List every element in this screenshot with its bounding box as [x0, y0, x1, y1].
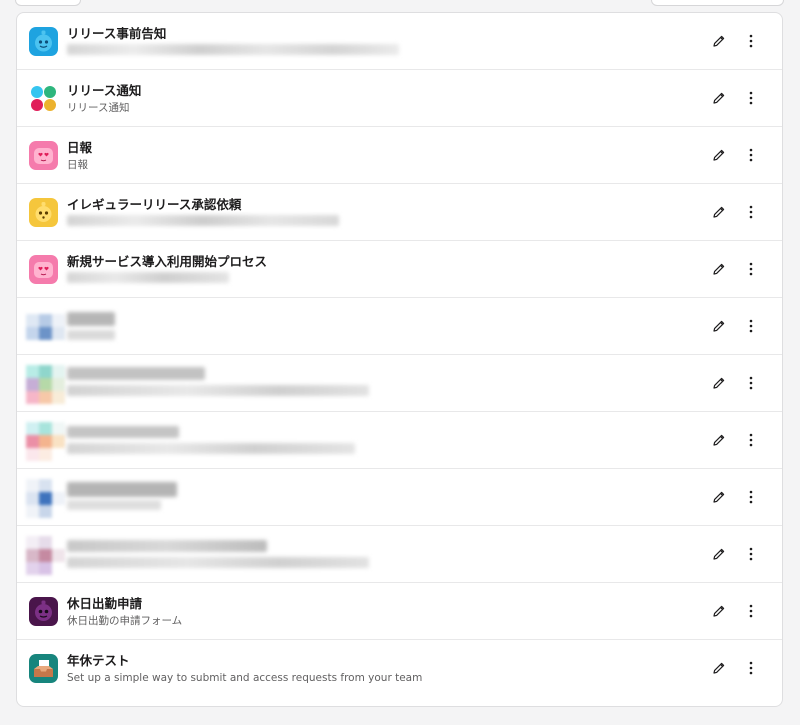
yellow-robot-icon [29, 198, 58, 227]
more-actions-button[interactable] [741, 31, 761, 51]
more-actions-button[interactable] [741, 430, 761, 450]
blurred-app-icon [26, 365, 65, 404]
workflow-name: リリース通知 [67, 83, 142, 98]
more-actions-button[interactable] [741, 658, 761, 678]
more-actions-button[interactable] [741, 316, 761, 336]
edit-button[interactable] [709, 430, 729, 450]
redacted-description [67, 330, 115, 340]
workflow-row[interactable]: 休日出勤申請 休日出勤の申請フォーム [17, 583, 782, 640]
redacted-name [67, 426, 179, 438]
workflow-row[interactable]: イレギュラーリリース承認依頼 [17, 184, 782, 241]
workflow-row[interactable] [17, 412, 782, 469]
more-actions-button[interactable] [741, 88, 761, 108]
pencil-icon [713, 320, 725, 332]
workflow-row[interactable]: 年休テスト Set up a simple way to submit and … [17, 640, 782, 697]
redacted-description [67, 443, 355, 454]
more-vertical-icon [749, 376, 753, 390]
blurred-app-icon [26, 422, 65, 461]
more-vertical-icon [749, 262, 753, 276]
more-vertical-icon [749, 34, 753, 48]
edit-button[interactable] [709, 316, 729, 336]
workflow-row[interactable]: リリース通知 リリース通知 [17, 70, 782, 127]
more-vertical-icon [749, 490, 753, 504]
workflow-row[interactable] [17, 469, 782, 526]
redacted-description [67, 272, 229, 283]
pencil-icon [713, 149, 725, 161]
pencil-icon [713, 35, 725, 47]
top-right-button[interactable] [651, 0, 784, 6]
pencil-icon [713, 377, 725, 389]
redacted-description [67, 44, 399, 55]
more-vertical-icon [749, 661, 753, 675]
workflow-row[interactable] [17, 526, 782, 583]
pencil-icon [713, 491, 725, 503]
more-vertical-icon [749, 91, 753, 105]
edit-button[interactable] [709, 259, 729, 279]
more-actions-button[interactable] [741, 373, 761, 393]
blurred-app-icon [26, 536, 65, 575]
workflow-description: リリース通知 [67, 102, 130, 114]
pencil-icon [713, 206, 725, 218]
workflow-name: リリース事前告知 [67, 26, 167, 41]
more-vertical-icon [749, 547, 753, 561]
edit-button[interactable] [709, 658, 729, 678]
workflow-description: 休日出勤の申請フォーム [67, 615, 183, 627]
inbox-tray-icon [29, 654, 58, 683]
more-vertical-icon [749, 604, 753, 618]
workflow-description: 日報 [67, 159, 88, 171]
edit-button[interactable] [709, 601, 729, 621]
pencil-icon [713, 434, 725, 446]
more-actions-button[interactable] [741, 487, 761, 507]
pencil-icon [713, 548, 725, 560]
pencil-icon [713, 605, 725, 617]
pencil-icon [713, 92, 725, 104]
pink-robot-heart-eyes-icon [29, 255, 58, 284]
workflow-row[interactable] [17, 355, 782, 412]
edit-button[interactable] [709, 88, 729, 108]
edit-button[interactable] [709, 202, 729, 222]
more-actions-button[interactable] [741, 202, 761, 222]
workflow-row[interactable]: リリース事前告知 [17, 13, 782, 70]
redacted-name [67, 367, 205, 380]
workflow-row[interactable] [17, 298, 782, 355]
workflow-name: イレギュラーリリース承認依頼 [67, 197, 242, 212]
workflow-name: 日報 [67, 140, 93, 155]
blurred-app-icon [26, 314, 65, 353]
pink-robot-heart-eyes-icon [29, 141, 58, 170]
blurred-app-icon [26, 479, 65, 518]
workflow-name: 休日出勤申請 [67, 596, 143, 611]
workflow-row[interactable]: 日報 日報 [17, 127, 782, 184]
more-actions-button[interactable] [741, 544, 761, 564]
purple-robot-icon [29, 597, 58, 626]
pencil-icon [713, 662, 725, 674]
more-vertical-icon [749, 148, 753, 162]
redacted-description [67, 557, 369, 568]
redacted-name [67, 540, 267, 552]
edit-button[interactable] [709, 145, 729, 165]
redacted-name [67, 482, 177, 497]
blue-robot-icon [29, 27, 58, 56]
edit-button[interactable] [709, 544, 729, 564]
slack-logo-icon [29, 84, 58, 113]
workflow-name: 年休テスト [67, 653, 130, 668]
more-actions-button[interactable] [741, 601, 761, 621]
edit-button[interactable] [709, 487, 729, 507]
more-actions-button[interactable] [741, 259, 761, 279]
more-vertical-icon [749, 433, 753, 447]
edit-button[interactable] [709, 31, 729, 51]
workflow-description: Set up a simple way to submit and access… [67, 672, 423, 684]
pencil-icon [713, 263, 725, 275]
redacted-description [67, 385, 369, 396]
top-left-button[interactable] [15, 0, 81, 6]
more-actions-button[interactable] [741, 145, 761, 165]
redacted-description [67, 215, 339, 226]
redacted-description [67, 500, 161, 510]
workflow-name: 新規サービス導入利用開始プロセス [67, 254, 268, 269]
edit-button[interactable] [709, 373, 729, 393]
more-vertical-icon [749, 205, 753, 219]
workflow-list: リリース事前告知 リリース通知 リリース通知 日報 日報 イレギュラーリリース承… [16, 12, 783, 707]
workflow-row[interactable]: 新規サービス導入利用開始プロセス [17, 241, 782, 298]
redacted-name [67, 312, 115, 326]
more-vertical-icon [749, 319, 753, 333]
